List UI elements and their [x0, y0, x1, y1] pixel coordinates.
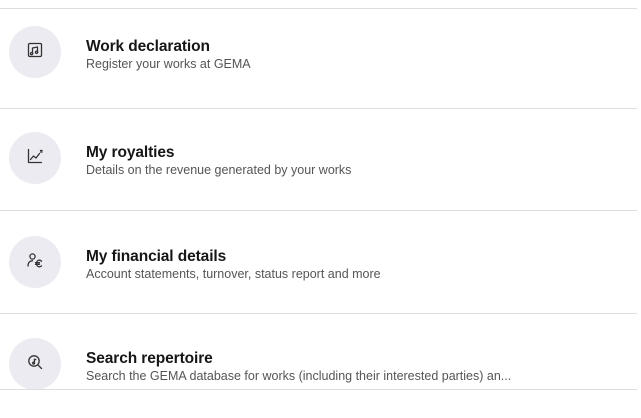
divider [0, 313, 637, 314]
item-title: Work declaration [86, 38, 210, 55]
item-title: My financial details [86, 248, 227, 265]
menu-item-my-royalties[interactable]: My royalties Details on the revenue gene… [0, 124, 637, 194]
revenue-chart-icon [26, 147, 44, 170]
menu-item-work-declaration[interactable]: Work declaration Register your works at … [0, 18, 637, 88]
icon-badge [9, 338, 61, 390]
item-description: Search the GEMA database for works (incl… [86, 369, 512, 383]
item-description: Account statements, turnover, status rep… [86, 267, 381, 281]
divider [0, 210, 637, 211]
item-description: Details on the revenue generated by your… [86, 163, 352, 177]
item-title: My royalties [86, 144, 175, 161]
divider [0, 8, 637, 9]
item-title: Search repertoire [86, 350, 213, 367]
icon-badge [9, 132, 61, 184]
divider [0, 108, 637, 109]
divider [0, 389, 637, 390]
icon-badge [9, 236, 61, 288]
person-euro-icon [26, 251, 44, 274]
icon-badge [9, 26, 61, 78]
search-music-icon [26, 353, 44, 376]
item-description: Register your works at GEMA [86, 57, 251, 71]
menu-item-my-financial-details[interactable]: My financial details Account statements,… [0, 228, 637, 298]
music-sheet-icon [26, 41, 44, 64]
